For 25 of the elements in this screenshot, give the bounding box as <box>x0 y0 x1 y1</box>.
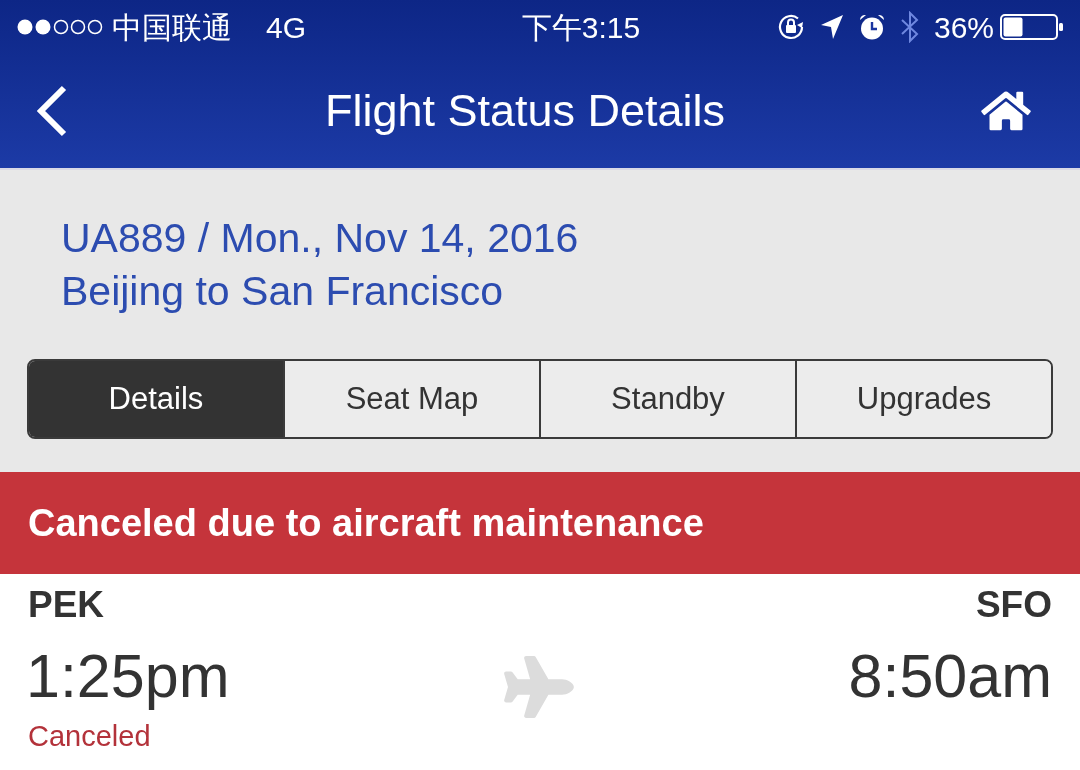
carrier-name: 中国联通 <box>112 9 232 46</box>
tab[interactable]: Standby <box>539 361 795 437</box>
tab[interactable]: Upgrades <box>795 361 1051 437</box>
arrival-airport-code: SFO <box>975 584 1052 626</box>
network-type: 4G <box>266 9 307 46</box>
tab[interactable]: Details <box>29 361 283 437</box>
alert-message: Canceled due to aircraft maintenance <box>28 500 704 546</box>
home-icon <box>981 89 1031 133</box>
battery-percentage: 36% <box>933 9 994 46</box>
airplane-icon <box>504 656 574 718</box>
alarm-clock-icon <box>857 13 886 41</box>
screen-title: Flight Status Details <box>324 84 726 139</box>
location-arrow-icon <box>819 14 844 40</box>
departure-status: Canceled <box>28 719 151 754</box>
bluetooth-icon <box>899 11 920 43</box>
battery-icon <box>1000 14 1064 40</box>
departure-airport-code: PEK <box>28 584 105 626</box>
flight-summary: UA889 / Mon., Nov 14, 2016 <box>61 214 579 263</box>
signal-strength-icon <box>16 18 104 36</box>
departure-time: 1:25pm <box>26 641 230 712</box>
arrival-time: 8:50am <box>848 641 1052 712</box>
status-time: 下午3:15 <box>521 9 641 46</box>
back-chevron-icon <box>37 85 67 137</box>
flight-route: Beijing to San Francisco <box>61 267 504 316</box>
tab[interactable]: Seat Map <box>283 361 539 437</box>
